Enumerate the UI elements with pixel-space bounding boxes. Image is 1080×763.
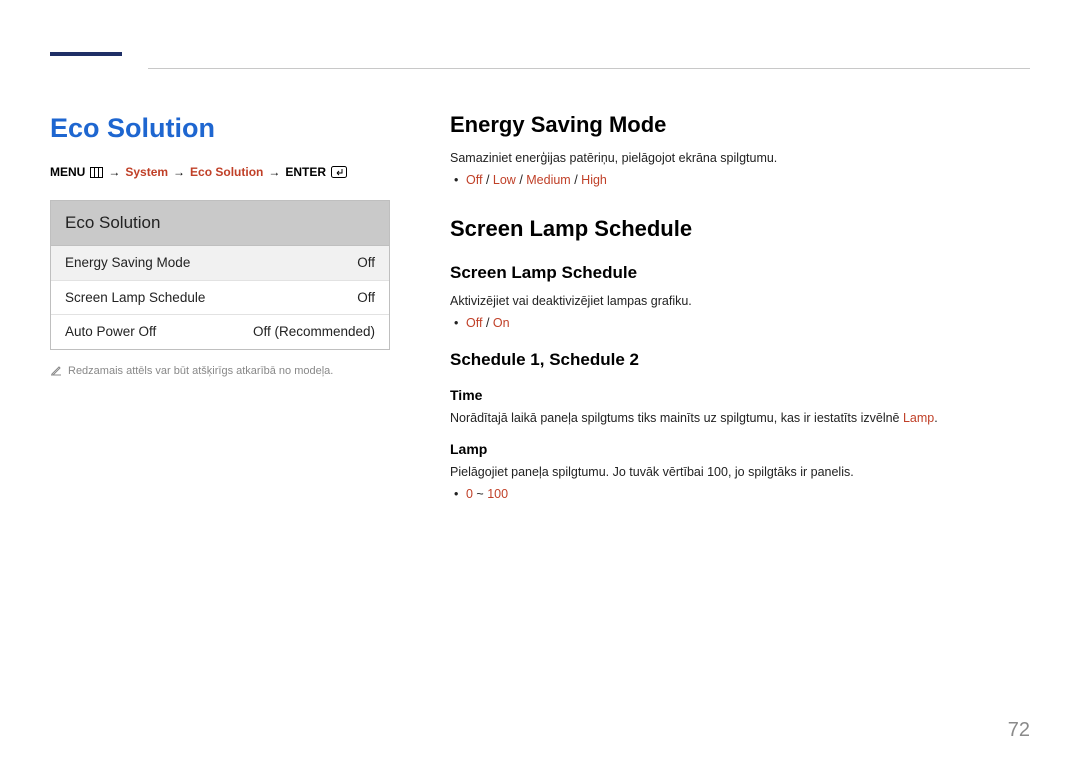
breadcrumb-system: System: [125, 164, 168, 181]
time-body-pre: Norādītajā laikā paneļa spilgtums tiks m…: [450, 411, 903, 425]
menu-row-label: Screen Lamp Schedule: [65, 288, 205, 308]
menu-grid-icon: [90, 164, 103, 181]
menu-row-auto-power[interactable]: Auto Power Off Off (Recommended): [51, 315, 389, 349]
menu-row-label: Auto Power Off: [65, 322, 156, 342]
opt-low: Low: [493, 173, 516, 187]
time-body-accent: Lamp: [903, 411, 934, 425]
energy-body: Samaziniet enerģijas patēriņu, pielāgojo…: [450, 149, 1030, 167]
sls-sub1-options: Off / On: [450, 314, 1030, 332]
breadcrumb-menu: MENU: [50, 164, 85, 181]
opt-off: Off: [466, 316, 482, 330]
lamp-body: Pielāgojiet paneļa spilgtumu. Jo tuvāk v…: [450, 463, 1030, 481]
page-title: Eco Solution: [50, 109, 390, 148]
lamp-range-b: 100: [487, 487, 508, 501]
menu-row-value: Off: [357, 253, 375, 273]
time-body-post: .: [934, 411, 937, 425]
enter-icon: [331, 164, 347, 181]
sls-sub2-title: Schedule 1, Schedule 2: [450, 348, 1030, 373]
opt-off: Off: [466, 173, 482, 187]
columns: Eco Solution MENU → System → Eco Solutio…: [50, 109, 1030, 512]
right-column: Energy Saving Mode Samaziniet enerģijas …: [450, 109, 1030, 512]
footnote-text: Redzamais attēls var būt atšķirīgs atkar…: [68, 364, 333, 380]
menu-row-energy[interactable]: Energy Saving Mode Off: [51, 246, 389, 281]
menu-row-value: Off (Recommended): [253, 322, 375, 342]
breadcrumb-eco: Eco Solution: [190, 164, 263, 181]
page-number: 72: [1008, 716, 1030, 745]
breadcrumb-enter: ENTER: [285, 164, 326, 181]
menu-row-value: Off: [357, 288, 375, 308]
lamp-tilde: ~: [473, 487, 487, 501]
breadcrumb-arrow-3: →: [268, 164, 280, 181]
page: Eco Solution MENU → System → Eco Solutio…: [0, 0, 1080, 512]
sep: /: [486, 316, 493, 330]
time-title: Time: [450, 385, 1030, 405]
lamp-title: Lamp: [450, 439, 1030, 459]
opt-medium: Medium: [526, 173, 570, 187]
breadcrumb-arrow-1: →: [108, 164, 120, 181]
opt-on: On: [493, 316, 510, 330]
lamp-range-a: 0: [466, 487, 473, 501]
breadcrumb: MENU → System → Eco Solution → ENTER: [50, 164, 390, 181]
menu-row-screen-lamp[interactable]: Screen Lamp Schedule Off: [51, 281, 389, 316]
menu-box: Eco Solution Energy Saving Mode Off Scre…: [50, 200, 390, 350]
pen-icon: [50, 364, 62, 382]
time-body: Norādītajā laikā paneļa spilgtums tiks m…: [450, 409, 1030, 427]
menu-box-title: Eco Solution: [51, 201, 389, 247]
breadcrumb-arrow-2: →: [173, 164, 185, 181]
sep: /: [486, 173, 493, 187]
menu-row-label: Energy Saving Mode: [65, 253, 190, 273]
header-marker: [50, 52, 122, 56]
sls-title: Screen Lamp Schedule: [450, 213, 1030, 245]
sls-sub1-title: Screen Lamp Schedule: [450, 261, 1030, 286]
opt-high: High: [581, 173, 607, 187]
footnote: Redzamais attēls var būt atšķirīgs atkar…: [50, 364, 390, 382]
energy-options: Off / Low / Medium / High: [450, 171, 1030, 189]
left-column: Eco Solution MENU → System → Eco Solutio…: [50, 109, 390, 512]
header-divider: [148, 68, 1030, 69]
energy-title: Energy Saving Mode: [450, 109, 1030, 141]
sls-sub1-body: Aktivizējiet vai deaktivizējiet lampas g…: [450, 292, 1030, 310]
lamp-range: 0 ~ 100: [450, 485, 1030, 503]
